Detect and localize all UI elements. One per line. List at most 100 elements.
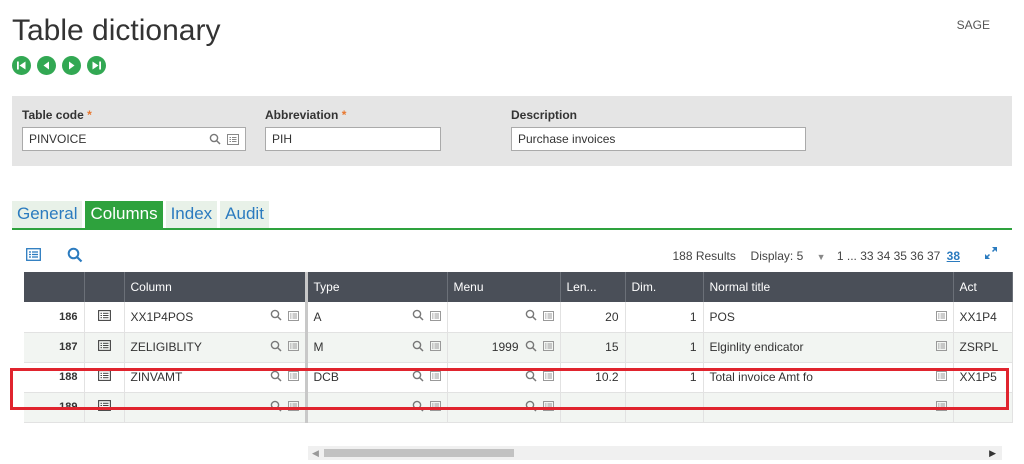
column-header-length[interactable]: Len... xyxy=(560,272,626,302)
menu-cell[interactable] xyxy=(447,392,561,423)
search-icon[interactable] xyxy=(525,340,537,355)
search-icon[interactable] xyxy=(270,400,282,415)
detail-list-icon[interactable] xyxy=(542,310,554,324)
tab-audit[interactable]: Audit xyxy=(220,201,269,228)
last-record-icon[interactable] xyxy=(87,56,106,75)
column-header-normal-title[interactable]: Normal title xyxy=(703,272,954,302)
chevron-down-icon[interactable]: ▼ xyxy=(817,252,826,262)
search-icon[interactable] xyxy=(525,309,537,324)
dim-cell[interactable]: 1 xyxy=(625,302,704,333)
detail-list-icon[interactable] xyxy=(287,340,299,354)
search-icon[interactable] xyxy=(412,370,424,385)
search-icon[interactable] xyxy=(270,370,282,385)
column-header-column[interactable]: Column xyxy=(124,272,308,302)
detail-list-icon[interactable] xyxy=(429,310,441,324)
horizontal-scrollbar[interactable]: ◀ ▶ xyxy=(308,446,1002,460)
search-icon[interactable] xyxy=(525,400,537,415)
previous-record-icon[interactable] xyxy=(37,56,56,75)
detail-list-icon[interactable] xyxy=(935,400,947,414)
column-header-menu[interactable]: Menu xyxy=(447,272,561,302)
search-icon[interactable] xyxy=(270,340,282,355)
scroll-left-icon[interactable]: ◀ xyxy=(312,448,319,459)
abbreviation-field[interactable]: PIH xyxy=(265,127,441,151)
page-links[interactable]: 1 ... 33 34 35 36 37 xyxy=(837,249,940,263)
detail-list-icon[interactable] xyxy=(935,340,947,354)
detail-list-icon[interactable] xyxy=(429,400,441,414)
scroll-right-icon[interactable]: ▶ xyxy=(989,448,996,459)
table-row[interactable]: 188 ZINVAMT DCB 10.2 1 Total invoice Amt fo XX… xyxy=(24,362,1013,393)
tab-general[interactable]: General xyxy=(12,201,83,228)
detail-list-icon[interactable] xyxy=(429,370,441,384)
length-cell[interactable]: 10.2 xyxy=(560,362,626,393)
menu-cell[interactable]: 1999 xyxy=(447,332,561,363)
act-cell[interactable] xyxy=(953,392,1013,423)
column-cell[interactable]: ZINVAMT xyxy=(124,362,308,393)
act-cell[interactable]: ZSRPL xyxy=(953,332,1013,363)
length-cell[interactable]: 20 xyxy=(560,302,626,333)
table-row[interactable]: 189 xyxy=(24,392,1013,423)
detail-list-icon[interactable] xyxy=(97,400,111,414)
normal-title-cell[interactable]: Total invoice Amt fo xyxy=(703,362,954,393)
table-row[interactable]: 187 ZELIGIBLITY M 1999 15 1 Elginlity endicato… xyxy=(24,332,1013,363)
normal-title-cell[interactable]: Elginlity endicator xyxy=(703,332,954,363)
table-row[interactable]: 186 XX1P4POS A 20 1 POS XX1P4 xyxy=(24,302,1013,333)
row-number: 188 xyxy=(24,362,85,393)
column-header-act[interactable]: Act xyxy=(953,272,1013,302)
search-icon[interactable] xyxy=(525,370,537,385)
row-detail-cell[interactable] xyxy=(84,362,125,393)
description-field[interactable]: Purchase invoices xyxy=(511,127,806,151)
detail-list-icon[interactable] xyxy=(935,370,947,384)
row-detail-cell[interactable] xyxy=(84,392,125,423)
type-cell[interactable] xyxy=(306,392,448,423)
length-cell[interactable]: 15 xyxy=(560,332,626,363)
search-icon[interactable] xyxy=(67,247,83,268)
type-cell[interactable]: M xyxy=(306,332,448,363)
table-code-field[interactable]: PINVOICE xyxy=(22,127,246,151)
tab-columns[interactable]: Columns xyxy=(85,201,163,228)
column-cell[interactable]: XX1P4POS xyxy=(124,302,308,333)
row-detail-cell[interactable] xyxy=(84,302,125,333)
detail-list-icon[interactable] xyxy=(227,133,239,145)
detail-list-icon[interactable] xyxy=(26,248,41,266)
dim-cell[interactable]: 1 xyxy=(625,332,704,363)
normal-title-cell[interactable]: POS xyxy=(703,302,954,333)
detail-list-icon[interactable] xyxy=(97,340,111,354)
search-icon[interactable] xyxy=(412,309,424,324)
first-record-icon[interactable] xyxy=(12,56,31,75)
type-cell[interactable]: DCB xyxy=(306,362,448,393)
detail-list-icon[interactable] xyxy=(287,400,299,414)
search-icon[interactable] xyxy=(412,400,424,415)
detail-list-icon[interactable] xyxy=(542,340,554,354)
detail-list-icon[interactable] xyxy=(935,310,947,324)
detail-list-icon[interactable] xyxy=(429,340,441,354)
detail-list-icon[interactable] xyxy=(542,370,554,384)
current-page[interactable]: 38 xyxy=(947,249,960,263)
scrollbar-thumb[interactable] xyxy=(324,449,514,457)
tab-index[interactable]: Index xyxy=(165,201,218,228)
dim-cell[interactable]: 1 xyxy=(625,362,704,393)
detail-list-icon[interactable] xyxy=(542,400,554,414)
search-icon[interactable] xyxy=(412,340,424,355)
menu-cell[interactable] xyxy=(447,362,561,393)
column-cell[interactable] xyxy=(124,392,308,423)
length-cell[interactable] xyxy=(560,392,626,423)
search-icon[interactable] xyxy=(270,309,282,324)
display-select[interactable]: 5 xyxy=(797,249,804,263)
detail-list-icon[interactable] xyxy=(97,309,111,324)
detail-list-icon[interactable] xyxy=(287,310,299,324)
detail-list-icon[interactable] xyxy=(287,370,299,384)
act-cell[interactable]: XX1P5 xyxy=(953,362,1013,393)
normal-title-cell[interactable] xyxy=(703,392,954,423)
type-cell[interactable]: A xyxy=(306,302,448,333)
row-detail-cell[interactable] xyxy=(84,332,125,363)
expand-icon[interactable] xyxy=(984,246,998,265)
dim-cell[interactable] xyxy=(625,392,704,423)
next-record-icon[interactable] xyxy=(62,56,81,75)
menu-cell[interactable] xyxy=(447,302,561,333)
column-header-dim[interactable]: Dim. xyxy=(625,272,704,302)
detail-list-icon[interactable] xyxy=(97,370,111,384)
column-header-type[interactable]: Type xyxy=(306,272,448,302)
act-cell[interactable]: XX1P4 xyxy=(953,302,1013,333)
search-icon[interactable] xyxy=(209,133,221,145)
column-cell[interactable]: ZELIGIBLITY xyxy=(124,332,308,363)
